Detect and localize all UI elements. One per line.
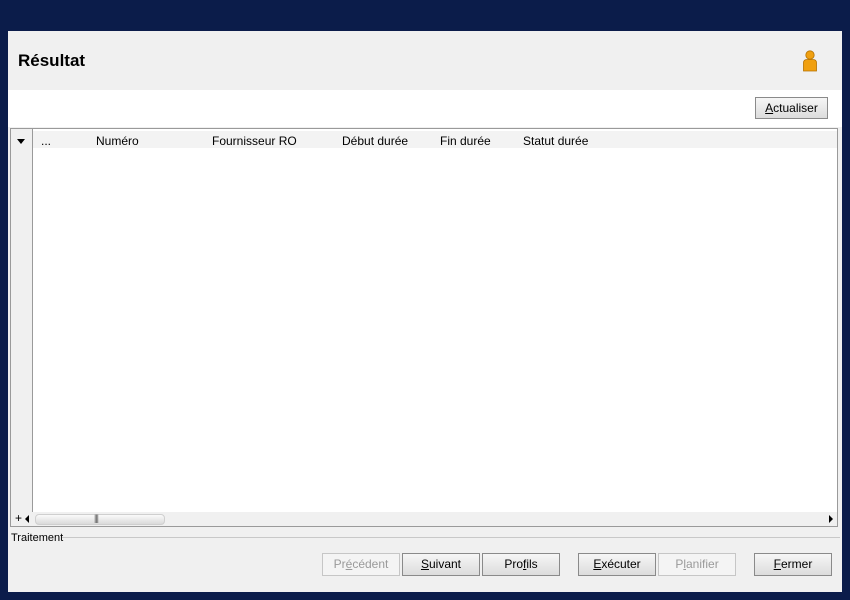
grip-icon: ||| (94, 513, 99, 523)
refresh-accel: A (765, 101, 774, 115)
label-part: ils (526, 557, 538, 571)
grid-header: ... Numéro Fournisseur RO Début durée Fi… (33, 131, 837, 148)
column-chooser-button[interactable] (11, 131, 32, 149)
column-header-status[interactable]: Statut durée (523, 134, 588, 148)
label-part: ermer (781, 557, 813, 571)
page-title: Résultat (18, 51, 86, 70)
grid-body (33, 148, 837, 512)
row-header-column (11, 129, 33, 526)
column-header-start[interactable]: Début durée (342, 134, 408, 148)
results-grid[interactable]: ... Numéro Fournisseur RO Début durée Fi… (10, 128, 838, 527)
label-part: Pro (504, 557, 523, 571)
profiles-button[interactable]: Profils (482, 553, 560, 576)
refresh-label: ctualiser (773, 101, 818, 115)
schedule-button[interactable]: Planifier (658, 553, 736, 576)
column-header-number[interactable]: Numéro (96, 134, 139, 148)
scroll-thumb[interactable]: ||| (35, 513, 165, 525)
header: Résultat (8, 31, 842, 90)
execute-button[interactable]: Exécuter (578, 553, 656, 576)
horizontal-scrollbar[interactable]: + ||| (11, 511, 837, 526)
label-accel: F (773, 557, 781, 571)
label-part: xécuter (601, 557, 641, 571)
scroll-right-icon[interactable] (829, 515, 833, 523)
dropdown-triangle-icon (17, 139, 25, 144)
label-part: anifier (686, 557, 719, 571)
previous-button[interactable]: Précédent (322, 553, 400, 576)
scroll-left-icon[interactable] (25, 515, 29, 523)
group-divider (62, 537, 840, 538)
toolbar: Actualiser (8, 90, 842, 127)
label-accel: S (420, 557, 429, 571)
column-header-more[interactable]: ... (41, 134, 51, 148)
label-part: cédent (352, 557, 389, 571)
next-button[interactable]: Suivant (402, 553, 480, 576)
column-header-supplier[interactable]: Fournisseur RO (212, 134, 297, 148)
group-label-traitement: Traitement (11, 532, 64, 544)
label-part: Pr (333, 557, 346, 571)
user-icon[interactable] (800, 50, 820, 72)
add-row-icon[interactable]: + (15, 511, 22, 525)
label-part: uivant (428, 557, 462, 571)
result-window: Résultat Actualiser ... Numéro Fournisse… (8, 31, 842, 592)
column-header-end[interactable]: Fin durée (440, 134, 491, 148)
refresh-button[interactable]: Actualiser (755, 97, 828, 119)
close-button[interactable]: Fermer (754, 553, 832, 576)
